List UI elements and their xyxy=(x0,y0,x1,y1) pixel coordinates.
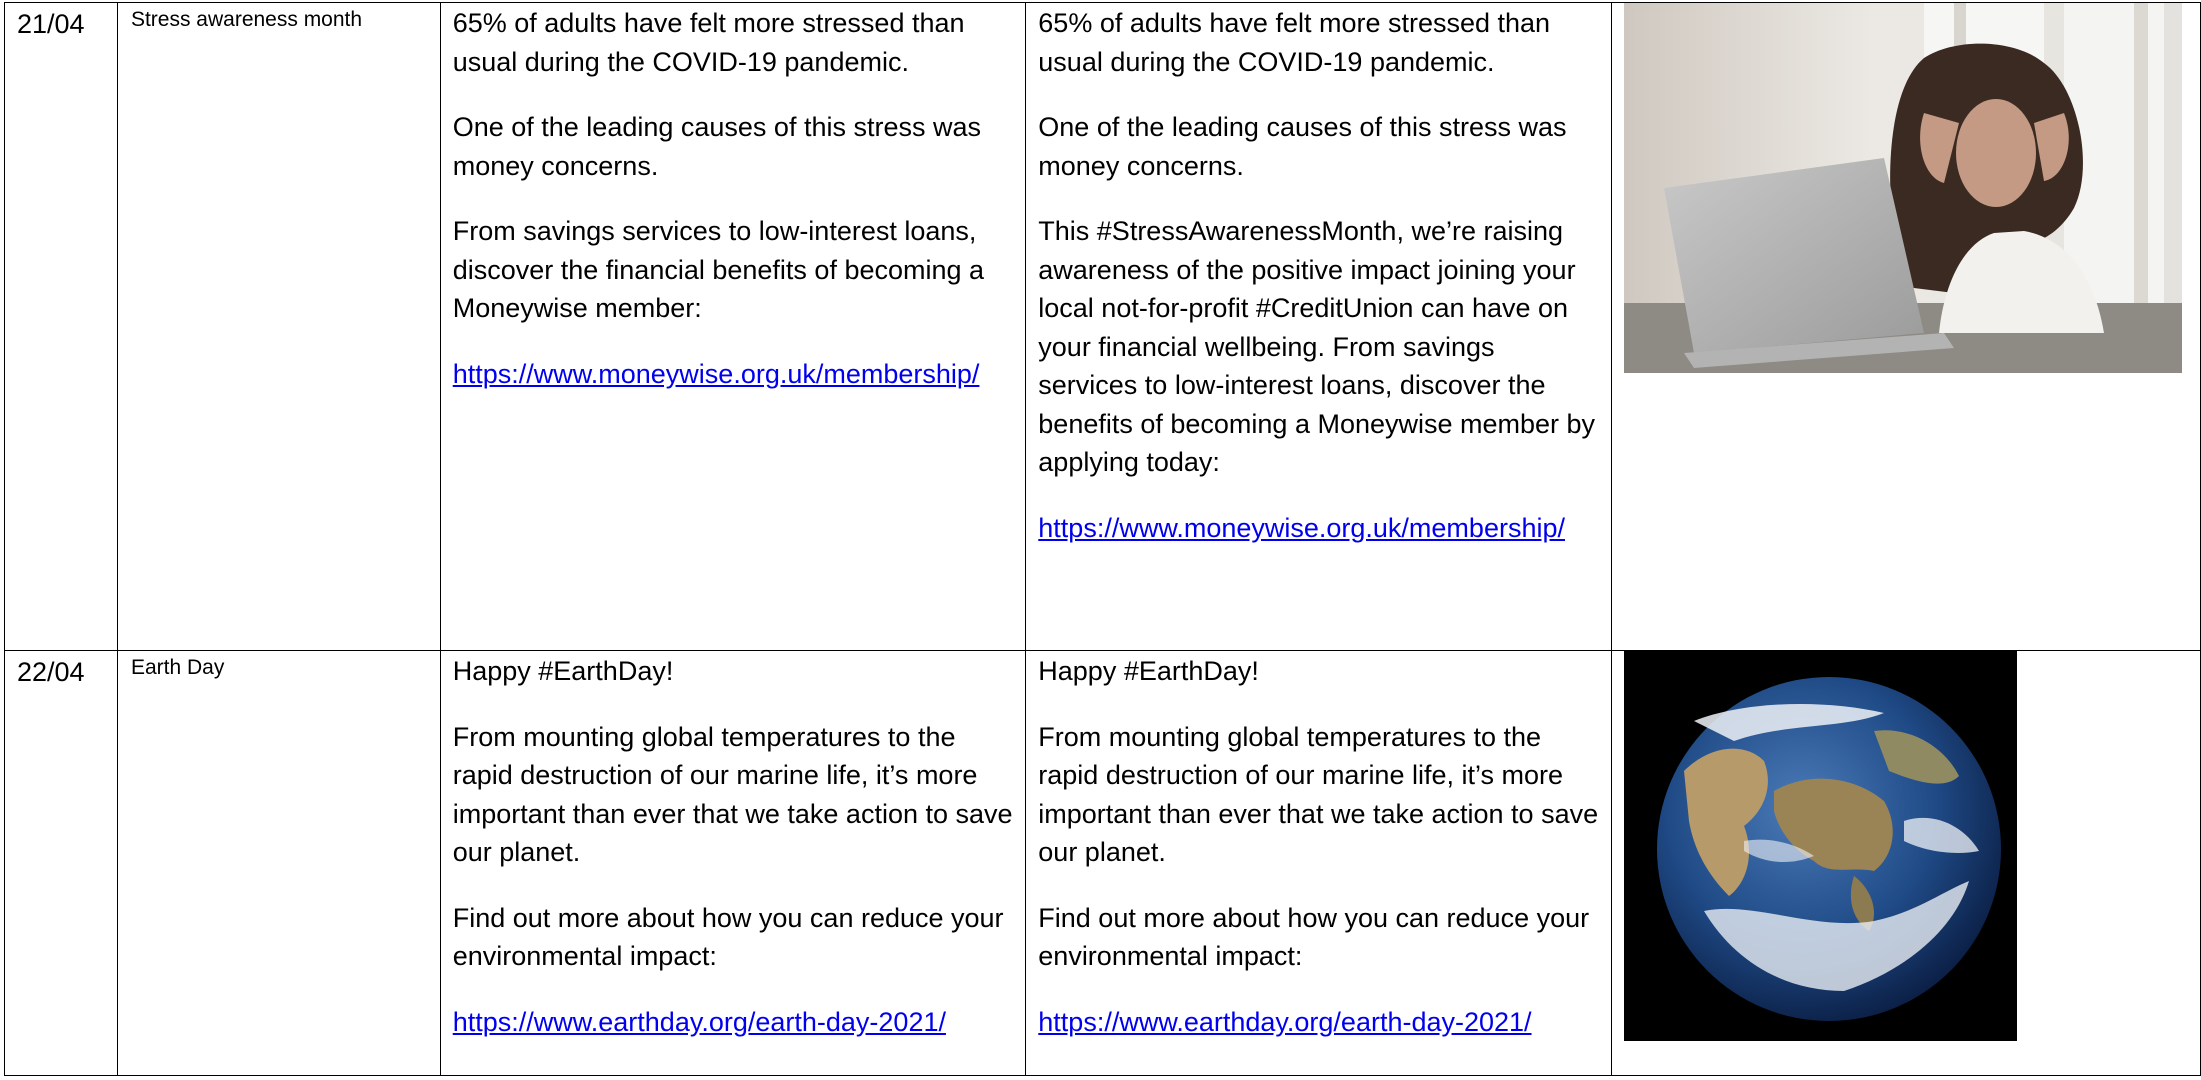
table-row: 22/04 Earth Day Happy #EarthDay! From mo… xyxy=(4,650,2201,1076)
post-paragraph: From savings services to low-interest lo… xyxy=(452,216,985,323)
post-date: 22/04 xyxy=(17,657,85,687)
post-date: 21/04 xyxy=(17,9,85,39)
post-paragraph: 65% of adults have felt more stressed th… xyxy=(452,8,965,77)
post-paragraph: From mounting global temperatures to the… xyxy=(1038,721,1599,868)
post-paragraph: Happy #EarthDay! xyxy=(1038,656,1259,686)
table-row: 21/04 Stress awareness month 65% of adul… xyxy=(4,2,2201,651)
post-copy-cell: Happy #EarthDay! From mounting global te… xyxy=(1025,650,1612,1076)
post-paragraph: Happy #EarthDay! xyxy=(452,656,674,686)
membership-link[interactable]: https://www.moneywise.org.uk/membership/ xyxy=(453,359,980,389)
earthday-link[interactable]: https://www.earthday.org/earth-day-2021/ xyxy=(1038,1007,1531,1037)
post-copy-cell: 65% of adults have felt more stressed th… xyxy=(439,2,1027,651)
post-copy-short: 65% of adults have felt more stressed th… xyxy=(441,3,1026,393)
date-cell: 22/04 xyxy=(4,650,118,1076)
earth-photo xyxy=(1623,651,2017,1041)
post-copy-cell: 65% of adults have felt more stressed th… xyxy=(1025,2,1612,651)
post-copy-short: Happy #EarthDay! From mounting global te… xyxy=(441,651,1026,1041)
stressed-woman-photo xyxy=(1623,3,2182,373)
post-copy-long: Happy #EarthDay! From mounting global te… xyxy=(1026,651,1611,1041)
post-copy-cell: Happy #EarthDay! From mounting global te… xyxy=(439,650,1027,1076)
image-cell xyxy=(1610,2,2201,651)
content-calendar-table: 21/04 Stress awareness month 65% of adul… xyxy=(4,2,2201,1076)
membership-link[interactable]: https://www.moneywise.org.uk/membership/ xyxy=(1038,513,1565,543)
image-cell xyxy=(1610,650,2201,1076)
post-paragraph: This #StressAwarenessMonth, we’re raisin… xyxy=(1038,216,1596,477)
post-paragraph: 65% of adults have felt more stressed th… xyxy=(1038,8,1551,77)
date-cell: 21/04 xyxy=(4,2,118,651)
event-cell: Stress awareness month xyxy=(116,2,441,651)
post-paragraph: From mounting global temperatures to the… xyxy=(452,721,1013,868)
post-copy-long: 65% of adults have felt more stressed th… xyxy=(1026,3,1611,547)
event-cell: Earth Day xyxy=(116,650,441,1076)
event-name: Earth Day xyxy=(130,656,225,679)
earthday-link[interactable]: https://www.earthday.org/earth-day-2021/ xyxy=(453,1007,946,1037)
event-name: Stress awareness month xyxy=(130,8,363,31)
post-paragraph: Find out more about how you can reduce y… xyxy=(452,902,1004,972)
post-paragraph: One of the leading causes of this stress… xyxy=(452,112,981,181)
post-paragraph: One of the leading causes of this stress… xyxy=(1038,112,1567,181)
post-paragraph: Find out more about how you can reduce y… xyxy=(1038,902,1590,972)
